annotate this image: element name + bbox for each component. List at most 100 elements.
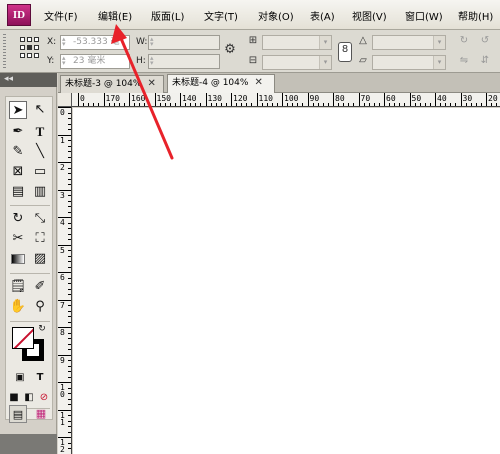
formatting-container-icon[interactable]: ▣ bbox=[11, 369, 29, 387]
close-icon[interactable]: ✕ bbox=[254, 77, 262, 88]
menu-edit[interactable]: 编辑(E) bbox=[98, 8, 132, 23]
scale-tool-icon[interactable]: ⤡ bbox=[31, 210, 49, 228]
x-field[interactable]: ▴ ▾ -53.333 毫 bbox=[60, 35, 130, 50]
shear-dropdown[interactable]: ▾ bbox=[372, 55, 446, 70]
ruler-major-tick bbox=[384, 93, 385, 106]
direct-selection-tool-icon[interactable]: ↖ bbox=[31, 101, 49, 119]
scissors-tool-icon[interactable]: ✂ bbox=[9, 230, 27, 248]
menu-file[interactable]: 文件(F) bbox=[44, 8, 78, 23]
spinner-icon[interactable]: ▴ ▾ bbox=[62, 36, 71, 48]
scale-x-dropdown[interactable]: ▾ bbox=[262, 35, 332, 50]
eyedropper-tool-icon[interactable]: ✐ bbox=[31, 278, 49, 296]
ruler-minor-tick bbox=[169, 103, 171, 106]
stroke-swatch[interactable] bbox=[12, 327, 34, 349]
constrain-proportions-icon[interactable]: ⚙ bbox=[223, 43, 237, 57]
ruler-minor-tick bbox=[419, 103, 421, 106]
app-logo-icon[interactable]: ID bbox=[7, 4, 31, 26]
selection-tool-icon[interactable]: ➤ bbox=[9, 101, 27, 119]
ruler-minor-tick bbox=[210, 103, 212, 106]
ruler-minor-tick bbox=[414, 103, 416, 106]
pen-tool-icon[interactable]: ✒ bbox=[9, 123, 27, 141]
spinner-icon[interactable]: ▴ ▾ bbox=[150, 55, 159, 67]
ruler-label: 70 bbox=[360, 94, 371, 103]
ruler-minor-tick bbox=[68, 228, 71, 229]
ruler-minor-tick bbox=[261, 103, 263, 106]
ruler-label: 120 bbox=[233, 94, 248, 103]
rotate-ccw-icon[interactable]: ↺ bbox=[478, 34, 492, 48]
ruler-major-tick bbox=[129, 93, 130, 106]
ruler-minor-tick bbox=[68, 129, 71, 130]
vertical-grid-tool-icon[interactable]: ▥ bbox=[31, 183, 49, 201]
panel-grip[interactable] bbox=[3, 34, 6, 69]
shear-angle-icon[interactable]: ▱ bbox=[356, 54, 370, 68]
note-tool-icon[interactable]: 🗒 bbox=[9, 278, 27, 296]
scale-y-icon[interactable]: ⊟ bbox=[246, 54, 260, 68]
rotate-cw-icon[interactable]: ↻ bbox=[457, 34, 471, 48]
rotate-tool-icon[interactable]: ↻ bbox=[9, 210, 27, 228]
scale-x-icon[interactable]: ⊞ bbox=[246, 34, 260, 48]
document-canvas[interactable] bbox=[73, 108, 500, 454]
line-tool-icon[interactable]: ╲ bbox=[31, 143, 49, 161]
flip-horizontal-icon[interactable]: ⇋ bbox=[457, 54, 471, 68]
spinner-icon[interactable]: ▴ ▾ bbox=[62, 55, 71, 67]
rotate-dropdown[interactable]: ▾ bbox=[372, 35, 446, 50]
ruler-minor-tick bbox=[394, 103, 396, 106]
w-field[interactable]: ▴ ▾ bbox=[148, 35, 220, 50]
type-tool-icon[interactable]: T bbox=[31, 123, 49, 141]
document-tab-bar: 未标题-3 @ 104% ✕ 未标题-4 @ 104% ✕ bbox=[58, 73, 500, 94]
horizontal-grid-tool-icon[interactable]: ▤ bbox=[9, 183, 27, 201]
ruler-minor-tick bbox=[68, 233, 71, 235]
ruler-minor-tick bbox=[68, 156, 71, 158]
flip-vertical-icon[interactable]: ⇵ bbox=[478, 54, 492, 68]
ruler-label: 50 bbox=[411, 94, 422, 103]
toolbox-collapse-button[interactable]: ◂◂ bbox=[0, 73, 57, 87]
rectangle-tool-icon[interactable]: ▭ bbox=[31, 163, 49, 181]
zoom-tool-icon[interactable]: ⚲ bbox=[31, 298, 49, 316]
ruler-minor-tick bbox=[68, 332, 71, 334]
ruler-minor-tick bbox=[368, 103, 370, 106]
h-field[interactable]: ▴ ▾ bbox=[148, 54, 220, 69]
hand-tool-icon[interactable]: ✋ bbox=[9, 298, 27, 316]
ruler-major-tick bbox=[435, 93, 436, 106]
gradient-tool-icon[interactable] bbox=[11, 254, 25, 264]
menu-layout[interactable]: 版面(L) bbox=[151, 8, 184, 23]
menu-view[interactable]: 视图(V) bbox=[352, 8, 387, 23]
ruler-minor-tick bbox=[276, 103, 278, 106]
scale-y-dropdown[interactable]: ▾ bbox=[262, 55, 332, 70]
menu-object[interactable]: 对象(O) bbox=[258, 8, 294, 23]
gradient-feather-tool-icon[interactable]: ▨ bbox=[31, 250, 49, 268]
ruler-label: 30 bbox=[462, 94, 473, 103]
swap-colors-icon[interactable]: ↻ bbox=[36, 323, 48, 335]
ruler-minor-tick bbox=[164, 103, 166, 106]
ruler-label: 80 bbox=[335, 94, 345, 103]
menu-type[interactable]: 文字(T) bbox=[204, 8, 238, 23]
close-icon[interactable]: ✕ bbox=[147, 78, 155, 89]
fill-stroke-swatch[interactable]: ↻ bbox=[12, 324, 48, 363]
y-field[interactable]: ▴ ▾ 23 毫米 bbox=[60, 54, 130, 69]
normal-view-mode-icon[interactable]: ▤ bbox=[9, 405, 27, 423]
pencil-tool-icon[interactable]: ✎ bbox=[9, 143, 27, 161]
tab-document-4[interactable]: 未标题-4 @ 104% ✕ bbox=[167, 74, 275, 94]
reference-point-icon[interactable] bbox=[20, 37, 40, 67]
menu-window[interactable]: 窗口(W) bbox=[405, 8, 443, 23]
menu-help[interactable]: 帮助(H) bbox=[458, 8, 493, 23]
free-transform-tool-icon[interactable]: ⛶ bbox=[31, 230, 49, 248]
horizontal-ruler[interactable]: 0 170 160 150 140 130 120 110 100 90 80 70 60 50 40 30 2… bbox=[72, 93, 500, 107]
ruler-label: 2 bbox=[60, 163, 65, 172]
rotate-angle-icon[interactable]: △ bbox=[356, 34, 370, 48]
ruler-minor-tick bbox=[266, 103, 268, 106]
ruler-minor-tick bbox=[68, 321, 71, 323]
preview-mode-icon[interactable]: ▦ bbox=[32, 405, 50, 423]
ruler-minor-tick bbox=[68, 184, 71, 185]
ruler-minor-tick bbox=[185, 103, 187, 106]
tab-document-3[interactable]: 未标题-3 @ 104% ✕ bbox=[60, 75, 164, 93]
vertical-ruler[interactable]: 0 1 2 3 4 5 6 7 8 9 1 0 1 1 1 2 bbox=[58, 107, 72, 454]
rectangle-frame-tool-icon[interactable]: ⊠ bbox=[9, 163, 27, 181]
ruler-minor-tick bbox=[68, 255, 71, 257]
spinner-icon[interactable]: ▴ ▾ bbox=[150, 36, 159, 48]
link-icon[interactable]: 8 bbox=[338, 42, 352, 62]
formatting-text-icon[interactable]: T bbox=[31, 369, 49, 387]
ruler-origin[interactable] bbox=[58, 93, 72, 107]
ruler-minor-tick bbox=[440, 103, 442, 106]
menu-table[interactable]: 表(A) bbox=[310, 8, 335, 23]
